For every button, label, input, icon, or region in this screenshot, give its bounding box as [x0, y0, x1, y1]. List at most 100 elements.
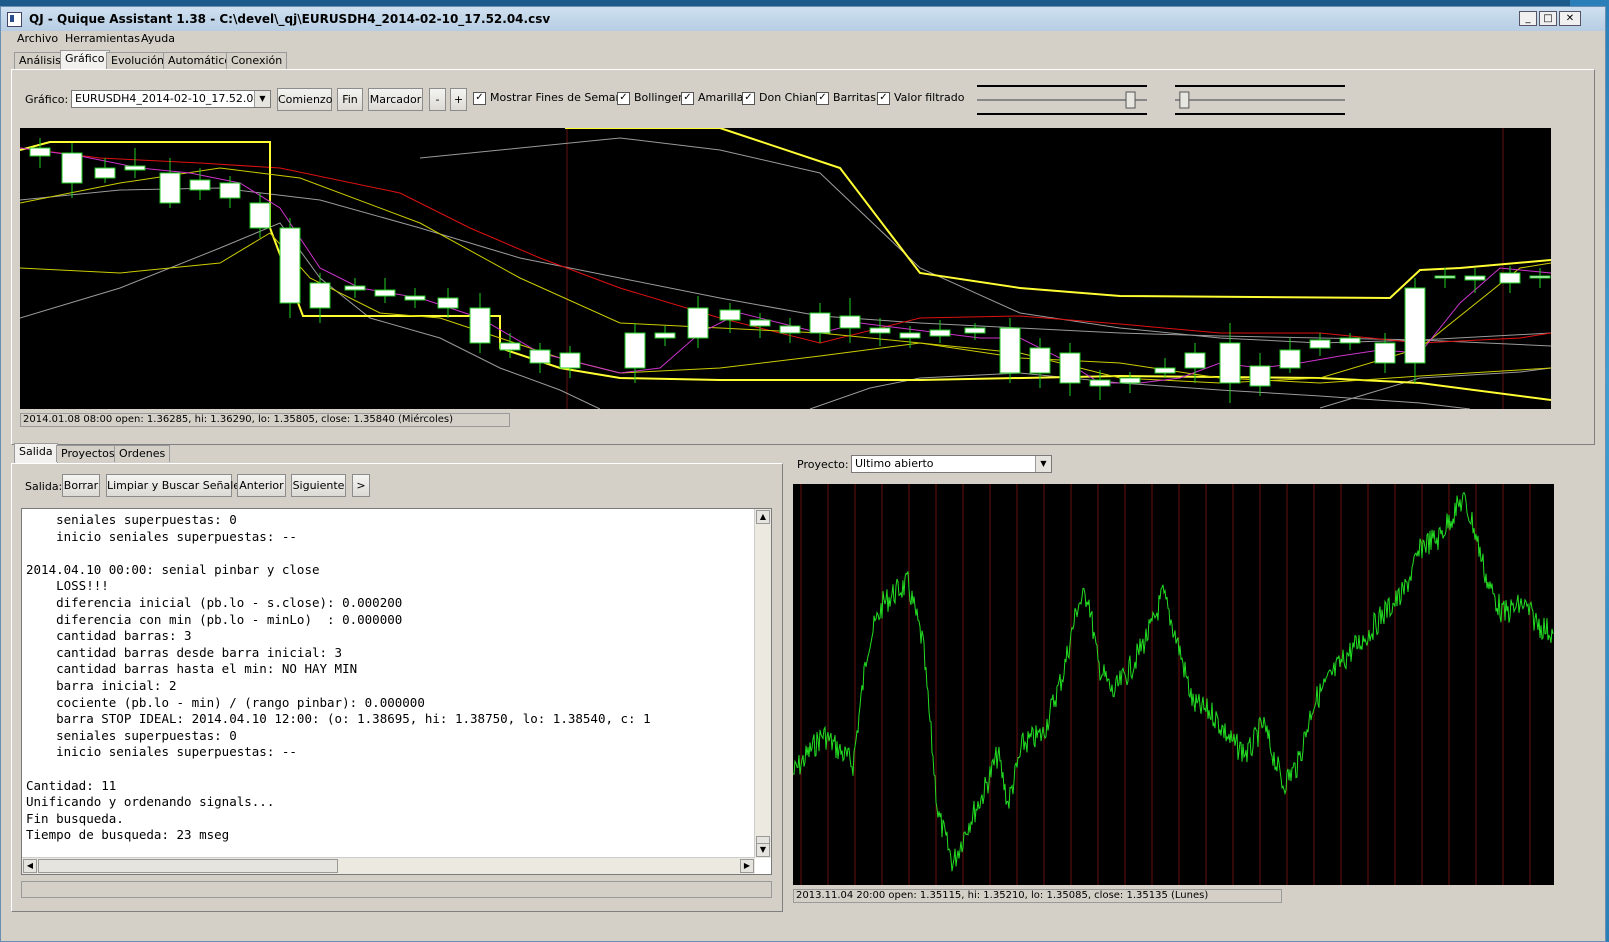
candle-body [1464, 275, 1486, 281]
slider-2[interactable] [1173, 83, 1349, 117]
scroll-left-icon[interactable]: ◀ [23, 859, 37, 873]
chk-bollinger[interactable]: ✓ Bollinger [617, 91, 683, 107]
tab-conexion[interactable]: Conexión [226, 52, 288, 69]
candle-body [809, 312, 831, 334]
tab-analisis[interactable]: Análisis [14, 52, 66, 69]
close-button[interactable]: ✕ [1559, 11, 1581, 26]
candle-body [309, 282, 331, 309]
zoom-out-button[interactable]: - [429, 88, 446, 111]
output-line: diferencia inicial (pb.lo - s.close): 0.… [26, 594, 403, 610]
app-window: QJ - Quique Assistant 1.38 - C:\devel\_q… [0, 6, 1606, 942]
tab-ordenes[interactable]: Ordenes [114, 445, 171, 462]
menu-ayuda[interactable]: Ayuda [141, 32, 175, 45]
next-page-button[interactable]: > [352, 474, 370, 497]
amarilla-line [20, 167, 1551, 384]
chevron-down-icon[interactable]: ▼ [254, 91, 270, 107]
anterior-button[interactable]: Anterior [237, 474, 286, 497]
candle-body [499, 342, 521, 351]
tab-proyectos[interactable]: Proyectos [56, 445, 120, 462]
chk-amarilla[interactable]: ✓ Amarilla [681, 91, 743, 107]
menu-bar: Archivo Herramientas Ayuda [1, 31, 1605, 48]
candle-body [1404, 287, 1426, 364]
scroll-right-icon[interactable]: ▶ [740, 859, 754, 873]
checkbox-check-icon: ✓ [742, 91, 755, 105]
candle-body [29, 147, 51, 157]
output-line: barra inicial: 2 [26, 677, 177, 693]
output-line: seniales superpuestas: 0 [26, 512, 237, 527]
fin-button[interactable]: Fin [337, 88, 363, 111]
output-line: 2014.04.10 00:00: senial pinbar y close [26, 561, 320, 577]
candlestick-chart-svg [20, 128, 1551, 409]
borrar-button[interactable]: Borrar [62, 474, 100, 497]
chk-valor-filtrado[interactable]: ✓ Valor filtrado [877, 91, 965, 107]
donchian-upper-line [565, 128, 1551, 300]
menu-archivo[interactable]: Archivo [17, 32, 58, 45]
proyecto-combo[interactable]: Ultimo abierto ▼ [851, 455, 1052, 473]
evolution-chart[interactable] [793, 484, 1554, 885]
candle-body [61, 152, 83, 184]
scroll-down-icon[interactable]: ▼ [756, 843, 770, 857]
output-textarea[interactable]: seniales superpuestas: 0 inicio seniales… [21, 508, 772, 875]
output-horizontal-scrollbar[interactable]: ◀ ▶ [22, 857, 755, 874]
zoom-in-button[interactable]: + [450, 88, 467, 111]
candle-body [1339, 337, 1361, 344]
chk-barritas[interactable]: ✓ Barritas [816, 91, 876, 107]
donchian-lower-line [20, 141, 1551, 401]
marcador-button[interactable]: Marcador [368, 88, 423, 111]
tab-salida[interactable]: Salida [14, 443, 58, 463]
candle-body [189, 179, 211, 191]
candle-body [159, 172, 181, 204]
main-tab-bar: Análisis Gráfico Evolución Automático Co… [14, 50, 714, 70]
maximize-button[interactable]: □ [1539, 11, 1557, 26]
scroll-up-icon[interactable]: ▲ [756, 510, 770, 524]
candle-body [654, 332, 676, 339]
file-combo[interactable]: EURUSDH4_2014-02-10_17.52.04.csv ▼ [71, 90, 271, 108]
top-chart-status: 2014.01.08 08:00 open: 1.36285, hi: 1.36… [20, 413, 510, 427]
candle-body [1184, 352, 1206, 369]
chevron-down-icon[interactable]: ▼ [1035, 456, 1051, 472]
slider-1-thumb[interactable] [1125, 91, 1136, 109]
grafico-label: Gráfico: [25, 93, 69, 106]
output-line: inicio seniales superpuestas: -- [26, 744, 297, 760]
chk-barritas-label: Barritas [833, 91, 876, 104]
candle-body [839, 315, 861, 329]
salida-label: Salida: [25, 480, 63, 493]
chk-donchian[interactable]: ✓ Don Chian [742, 91, 816, 107]
chk-fines-label: Mostrar Fines de Semana [490, 91, 630, 104]
candle-body [124, 165, 146, 171]
title-bar[interactable]: QJ - Quique Assistant 1.38 - C:\devel\_q… [1, 7, 1605, 31]
candle-body [1374, 342, 1396, 364]
slider-1[interactable] [975, 83, 1151, 117]
output-line: barra STOP IDEAL: 2014.04.10 12:00: (o: … [26, 711, 651, 727]
slider-2-thumb[interactable] [1179, 91, 1190, 109]
bottom-chart-status: 2013.11.04 20:00 open: 1.35115, hi: 1.35… [793, 889, 1282, 903]
limpiar-buscar-button[interactable]: Limpiar y Buscar Señales [106, 474, 246, 497]
comienzo-button[interactable]: Comienzo [277, 88, 332, 111]
tab-grafico[interactable]: Gráfico [60, 50, 110, 70]
candlestick-chart[interactable] [20, 128, 1551, 409]
menu-herramientas[interactable]: Herramientas [65, 32, 140, 45]
horizontal-scroll-thumb[interactable] [38, 859, 338, 873]
output-line: inicio seniales superpuestas: -- [26, 528, 297, 544]
candle-body [1154, 367, 1176, 374]
candle-body [964, 327, 986, 334]
candle-body [899, 332, 921, 339]
output-line: diferencia con min (pb.lo - minLo) : 0.0… [26, 611, 403, 627]
output-line: cantidad barras: 3 [26, 628, 192, 644]
minimize-button[interactable]: _ [1519, 11, 1537, 26]
window-title: QJ - Quique Assistant 1.38 - C:\devel\_q… [29, 12, 551, 26]
app-icon [7, 12, 22, 27]
bollinger-lower-line [1319, 367, 1551, 409]
tab-evolucion[interactable]: Evolución [106, 52, 170, 69]
candle-body [749, 319, 771, 327]
candle-body [404, 295, 426, 301]
candle-body [529, 349, 551, 364]
siguiente-button[interactable]: Siguiente [291, 474, 346, 497]
proyecto-combo-value: Ultimo abierto [855, 457, 934, 470]
chk-fines-semana[interactable]: ✓ Mostrar Fines de Semana [473, 91, 629, 107]
checkbox-row: ✓ Mostrar Fines de Semana ✓ Bollinger ✓ Ama… [473, 91, 973, 107]
candle-body [1279, 349, 1301, 369]
output-text: seniales superpuestas: 0 inicio seniales… [22, 509, 771, 844]
output-vertical-scrollbar[interactable]: ▲ ▼ [754, 509, 771, 858]
output-line: Tiempo de busqueda: 23 mseg [26, 827, 230, 843]
